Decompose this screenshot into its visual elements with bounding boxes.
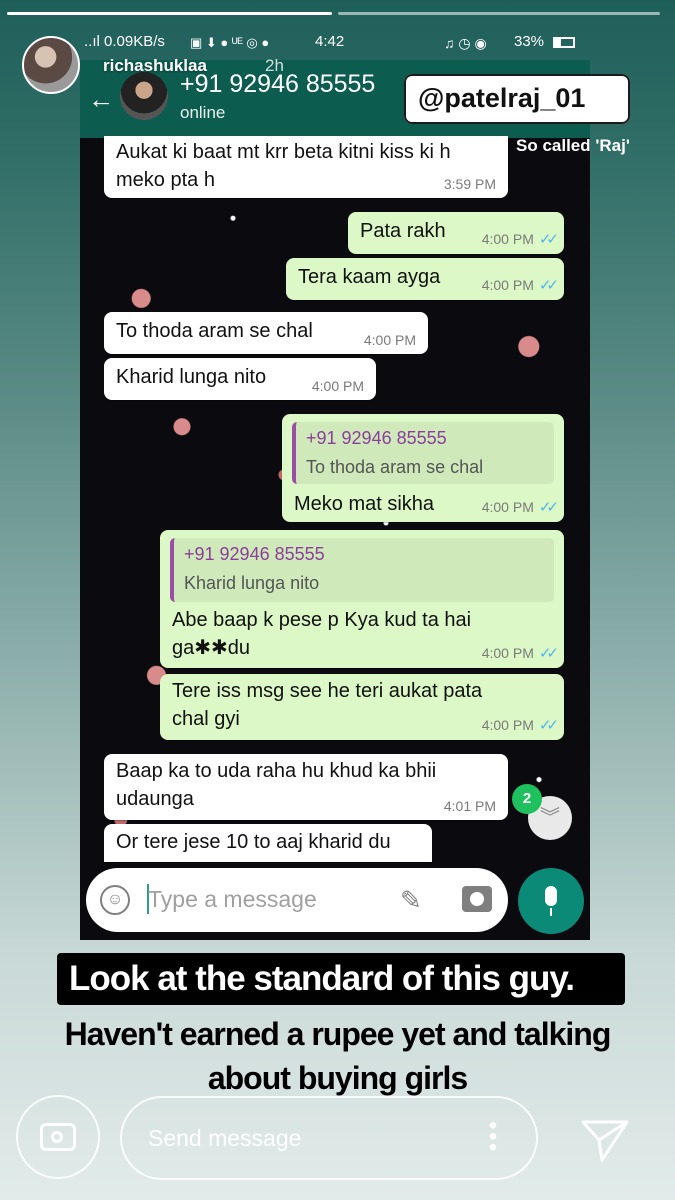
story-progress-complete (7, 12, 332, 15)
message-time: 4:00 PM (363, 332, 416, 348)
contact-status: online (180, 103, 226, 122)
message-text: Or tere jese 10 to aaj kharid du (116, 831, 391, 853)
story-time-ago: 2h (265, 56, 284, 75)
message-text-line: udaunga (116, 788, 194, 810)
battery-icon (553, 37, 575, 48)
quoted-message[interactable]: +91 92946 85555 To thoda aram se chal (292, 422, 554, 484)
raj-label: So called 'Raj' (516, 136, 630, 155)
message-text-line: Baap ka to uda raha hu khud ka bhii (116, 760, 437, 782)
message-time: 3:59 PM (443, 176, 496, 192)
message-text-line: Abe baap k pese p Kya kud ta hai (172, 609, 472, 631)
message-time: 4:00 PM (481, 645, 534, 661)
message-time: 4:00 PM (481, 717, 534, 733)
message-text: Tera kaam ayga (298, 266, 441, 288)
message-text: To thoda aram se chal (116, 320, 313, 342)
message-bubble-outgoing-reply[interactable]: +91 92946 85555 To thoda aram se chal Me… (282, 414, 564, 522)
story-avatar[interactable] (22, 36, 80, 94)
message-bubble-outgoing[interactable]: Tere iss msg see he teri aukat pata chal… (160, 674, 564, 740)
caption-line-1: Look at the standard of this guy. (69, 959, 575, 998)
message-time: 4:00 PM (481, 231, 534, 247)
message-bubble-outgoing-reply[interactable]: +91 92946 85555 Kharid lunga nito Abe ba… (160, 530, 564, 668)
unread-badge: 2 (512, 784, 542, 814)
message-text: Kharid lunga nito (116, 366, 267, 388)
message-text-line: chal gyi (172, 708, 240, 730)
message-time: 4:00 PM (481, 277, 534, 293)
handle-sticker: @patelraj_01 (404, 74, 630, 124)
message-bubble-incoming[interactable]: Kharid lunga nito 4:00 PM (104, 358, 376, 400)
status-bar-battery-text: 33% (514, 33, 545, 50)
camera-icon[interactable] (462, 886, 492, 912)
emoji-icon[interactable]: ☺ (100, 885, 130, 915)
read-ticks-icon: ✓✓ (538, 231, 559, 248)
message-time: 4:01 PM (443, 798, 496, 814)
more-dots-icon[interactable]: • • • (488, 1114, 498, 1160)
story-progress-current (338, 12, 660, 15)
story-camera-icon[interactable] (16, 1095, 100, 1179)
read-ticks-icon: ✓✓ (538, 717, 559, 734)
message-time: 4:00 PM (311, 378, 364, 394)
message-bubble-incoming[interactable]: Baap ka to uda raha hu khud ka bhii udau… (104, 754, 508, 820)
message-text-line: meko pta h (116, 169, 215, 191)
quoted-name: +91 92946 85555 (306, 428, 447, 448)
message-bubble-outgoing[interactable]: Pata rakh 4:00 PM ✓✓ (348, 212, 564, 254)
quoted-message[interactable]: +91 92946 85555 Kharid lunga nito (170, 538, 554, 602)
quoted-name: +91 92946 85555 (184, 544, 325, 564)
message-bubble-incoming[interactable]: Aukat ki baat mt krr beta kitni kiss ki … (104, 136, 508, 198)
message-time: 4:00 PM (481, 499, 534, 515)
message-text-line: Aukat ki baat mt krr beta kitni kiss ki … (116, 141, 451, 163)
caption-highlight: Look at the standard of this guy. (57, 953, 625, 1005)
status-bar-alarm-icons: ♫ ◷ ◉ (444, 35, 487, 51)
message-bubble-incoming[interactable]: Or tere jese 10 to aaj kharid du (104, 824, 432, 862)
back-arrow-icon[interactable]: ← (88, 84, 114, 115)
handle-text: @patelraj_01 (418, 83, 586, 113)
story-username[interactable]: richashuklaa (103, 56, 207, 76)
caption-line-2a: Haven't earned a rupee yet and talking (64, 1016, 612, 1052)
status-bar-icons: ▣ ⬇ ● ᵁᴱ ◎ ● (190, 35, 270, 50)
message-input[interactable]: Type a message (148, 886, 317, 913)
send-direct-icon[interactable] (580, 1118, 630, 1164)
caption-block: Haven't earned a rupee yet and talking a… (0, 1012, 675, 1100)
status-bar-time: 4:42 (315, 33, 345, 50)
message-text-line: ga✱✱du (172, 637, 251, 659)
attach-icon[interactable]: ✎ (400, 885, 422, 916)
read-ticks-icon: ✓✓ (538, 499, 559, 516)
read-ticks-icon: ✓✓ (538, 277, 559, 294)
read-ticks-icon: ✓✓ (538, 645, 559, 662)
send-message-input[interactable]: Send message (148, 1125, 301, 1152)
mic-icon[interactable] (518, 868, 584, 934)
message-bubble-incoming[interactable]: To thoda aram se chal 4:00 PM (104, 312, 428, 354)
caption-line-2b: about buying girls (207, 1060, 468, 1096)
quoted-text: To thoda aram se chal (306, 457, 484, 477)
message-bubble-outgoing[interactable]: Tera kaam ayga 4:00 PM ✓✓ (286, 258, 564, 300)
quoted-text: Kharid lunga nito (184, 573, 320, 593)
message-text-line: Tere iss msg see he teri aukat pata (172, 680, 483, 702)
message-text: Meko mat sikha (294, 493, 435, 515)
message-text: Pata rakh (360, 220, 446, 242)
status-bar-network: ..ıl 0.09KB/s (84, 33, 165, 50)
contact-avatar[interactable] (120, 72, 168, 120)
